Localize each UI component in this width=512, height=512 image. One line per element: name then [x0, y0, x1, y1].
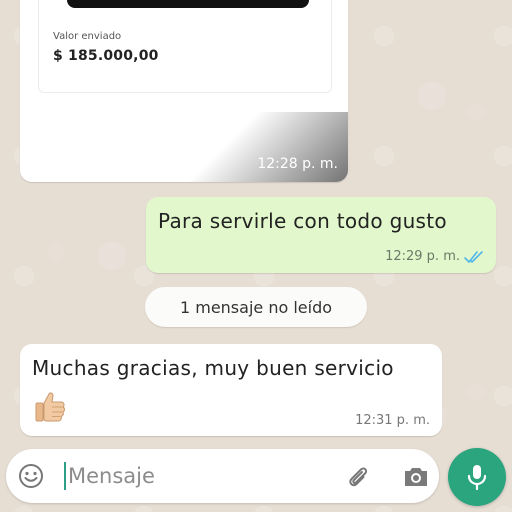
double-check-read-icon	[464, 251, 483, 263]
message-text: Para servirle con todo gusto	[158, 209, 447, 233]
message-timestamp: 12:28 p. m.	[257, 156, 338, 172]
incoming-image-message[interactable]: Valor enviado $ 185.000,00 12:28 p. m.	[20, 0, 348, 182]
message-input[interactable]	[68, 459, 328, 493]
unread-messages-banner: 1 mensaje no leído	[145, 287, 367, 327]
receipt-card: Valor enviado $ 185.000,00	[38, 0, 332, 93]
emoji-icon[interactable]	[18, 463, 44, 489]
receipt-amount: $ 185.000,00	[53, 48, 159, 64]
microphone-button[interactable]	[448, 448, 506, 506]
text-cursor	[64, 462, 66, 490]
camera-icon[interactable]	[402, 464, 430, 490]
outgoing-message[interactable]: Para servirle con todo gusto 12:29 p. m.	[146, 197, 496, 273]
message-text: Muchas gracias, muy buen servicio	[32, 356, 394, 380]
paperclip-icon[interactable]	[344, 463, 372, 491]
message-composer	[6, 449, 439, 503]
message-timestamp: 12:29 p. m.	[385, 249, 460, 264]
receipt-label: Valor enviado	[53, 31, 122, 42]
receipt-header-bar	[67, 0, 309, 8]
thumbs-up-icon	[35, 392, 65, 422]
microphone-icon	[467, 465, 487, 491]
incoming-message[interactable]: Muchas gracias, muy buen servicio 12:31 …	[20, 344, 442, 436]
message-timestamp: 12:31 p. m.	[355, 413, 430, 428]
